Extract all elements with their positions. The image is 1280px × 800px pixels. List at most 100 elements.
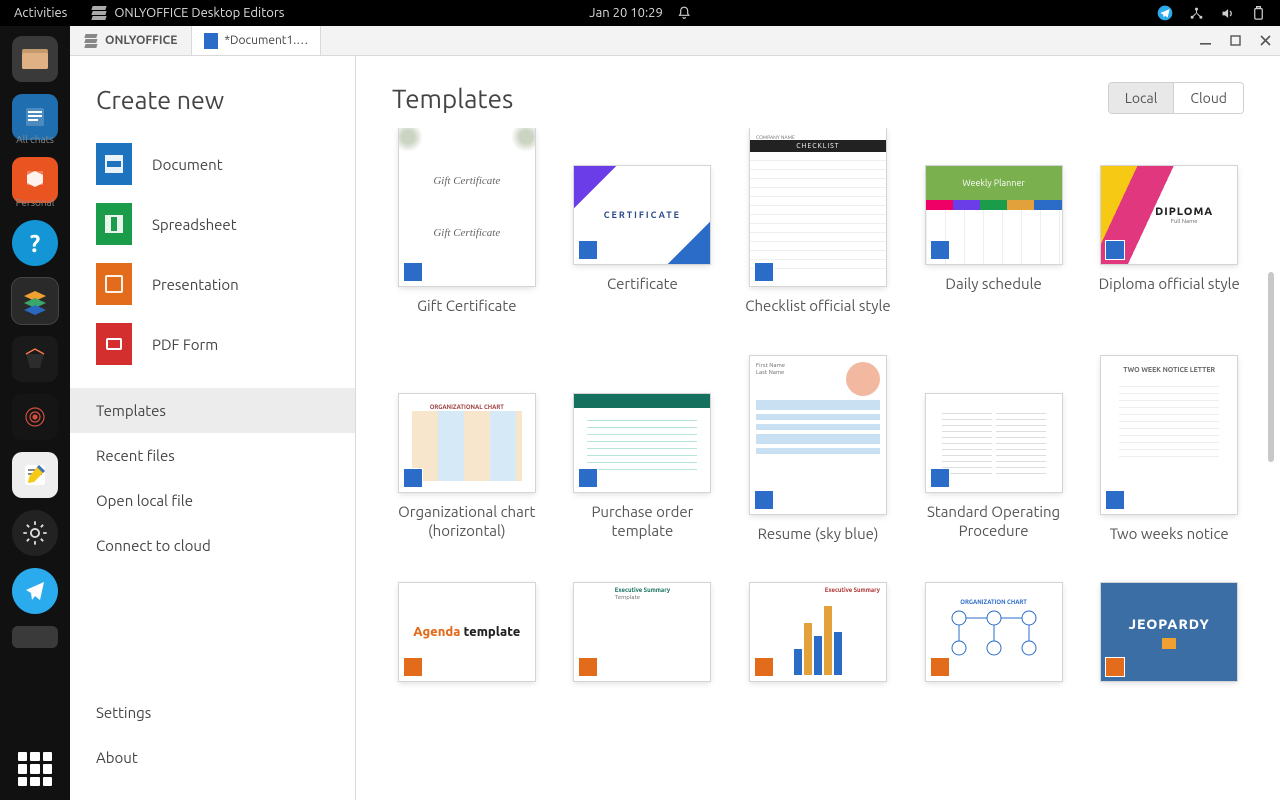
template-resume[interactable]: First NameLast Name Resume (sky blue) [743, 356, 893, 544]
template-exec-summary-b[interactable]: Executive Summary [743, 583, 893, 681]
tray-battery-icon[interactable] [1251, 6, 1266, 21]
page-title: Templates [392, 84, 513, 113]
template-thumb: First NameLast Name [750, 356, 886, 514]
pres-badge-icon [578, 657, 598, 677]
template-thumb: TWO WEEK NOTICE LETTER [1101, 356, 1237, 514]
doc-tab-icon [204, 33, 218, 49]
notification-bell-icon[interactable] [677, 6, 691, 20]
tray-network-icon[interactable] [1189, 6, 1204, 21]
template-thumb [926, 394, 1062, 492]
template-agenda[interactable]: Agenda template [392, 583, 542, 681]
template-thumb: Agenda template [399, 583, 535, 681]
scrollbar[interactable] [1268, 272, 1274, 462]
template-thumb: Executive SummaryTemplate [574, 583, 710, 681]
doc-badge-icon [754, 262, 774, 282]
activities-button[interactable]: Activities [0, 6, 81, 20]
create-presentation[interactable]: Presentation [70, 254, 355, 314]
nav-open-local-file[interactable]: Open local file [70, 478, 355, 523]
tab-home-label: ONLYOFFICE [105, 34, 177, 47]
segment-cloud[interactable]: Cloud [1173, 83, 1243, 113]
template-thumb: CERTIFICATE [574, 166, 710, 264]
template-certificate[interactable]: CERTIFICATE Certificate [568, 128, 718, 316]
template-purchase-order[interactable]: Purchase order template [568, 356, 718, 544]
pres-badge-icon [403, 657, 423, 677]
dock-drive-icon[interactable] [12, 626, 58, 648]
dock-show-apps-icon[interactable] [18, 752, 52, 786]
template-thumb: Gift Certificate Gift Certificate [399, 128, 535, 286]
doc-badge-icon [1105, 490, 1125, 510]
dock-all-chats-label: All chats [16, 134, 54, 145]
segment-local[interactable]: Local [1109, 83, 1174, 113]
template-thumb: ORGANIZATIONAL CHART [399, 394, 535, 492]
tab-home[interactable]: ONLYOFFICE [70, 26, 191, 55]
template-name: Resume (sky blue) [758, 524, 879, 544]
template-sop[interactable]: Standard Operating Procedure [919, 356, 1069, 544]
create-document[interactable]: Document [70, 134, 355, 194]
template-name: Organizational chart (horizontal) [392, 502, 542, 541]
template-jeopardy[interactable]: JEOPARDY [1094, 583, 1244, 681]
source-segment: Local Cloud [1108, 82, 1244, 114]
template-diploma[interactable]: DIPLOMA Full Name Diploma official style [1094, 128, 1244, 316]
dock-onlyoffice-icon[interactable] [12, 278, 58, 324]
template-org-chart[interactable]: ORGANIZATIONAL CHART Organizational char… [392, 356, 542, 544]
template-name: Checklist official style [745, 296, 890, 316]
dock-app6-icon[interactable] [12, 394, 58, 440]
template-two-weeks[interactable]: TWO WEEK NOTICE LETTER Two weeks notice [1094, 356, 1244, 544]
template-gift-certificate[interactable]: Gift Certificate Gift Certificate Gift C… [392, 128, 542, 316]
create-presentation-label: Presentation [152, 276, 239, 293]
template-org-chart-pres[interactable]: ORGANIZATION CHART [919, 583, 1069, 681]
template-thumb: Executive Summary [750, 583, 886, 681]
dock-personal-label: Personal [16, 197, 55, 208]
app-layers-icon [91, 5, 107, 21]
tray-telegram-icon[interactable] [1157, 5, 1173, 21]
template-exec-summary-a[interactable]: Executive SummaryTemplate [568, 583, 718, 681]
pres-badge-icon [754, 657, 774, 677]
main-area: Templates Local Cloud Gift Certificate [356, 56, 1280, 800]
os-dock: All chats Personal ? [0, 26, 70, 800]
presentation-icon [96, 263, 132, 305]
tab-strip: ONLYOFFICE *Document1.… [70, 26, 1280, 56]
doc-badge-icon [403, 262, 423, 282]
nav-connect-to-cloud[interactable]: Connect to cloud [70, 523, 355, 568]
template-checklist[interactable]: COMPANY NAME CHECKLIST Checklist officia… [743, 128, 893, 316]
dock-app5-icon[interactable] [12, 336, 58, 382]
pres-badge-icon [1105, 657, 1125, 677]
dock-texteditor-icon[interactable] [12, 452, 58, 498]
template-thumb: ORGANIZATION CHART [926, 583, 1062, 681]
dock-files-icon[interactable] [12, 36, 58, 82]
nav-settings[interactable]: Settings [70, 690, 355, 735]
nav-about[interactable]: About [70, 735, 355, 780]
dock-help-icon[interactable]: ? [12, 220, 58, 266]
active-app-indicator[interactable]: ONLYOFFICE Desktop Editors [81, 5, 284, 21]
onlyoffice-logo-icon [84, 34, 98, 48]
doc-badge-icon [930, 468, 950, 488]
template-name: Purchase order template [568, 502, 718, 541]
create-pdf-form[interactable]: PDF Form [70, 314, 355, 374]
nav-templates[interactable]: Templates [70, 388, 355, 433]
create-spreadsheet[interactable]: Spreadsheet [70, 194, 355, 254]
clock[interactable]: Jan 20 10:29 [589, 6, 663, 20]
template-name: Two weeks notice [1110, 524, 1229, 544]
dock-settings-icon[interactable] [12, 510, 58, 556]
template-thumb [574, 394, 710, 492]
window-close-button[interactable] [1250, 26, 1280, 56]
create-document-label: Document [152, 156, 223, 173]
spreadsheet-icon [96, 203, 132, 245]
window-maximize-button[interactable] [1220, 26, 1250, 56]
create-pdf-form-label: PDF Form [152, 336, 218, 353]
sidebar: Create new Document Spreadsheet Presenta… [70, 56, 356, 800]
template-thumb: Weekly Planner [926, 166, 1062, 264]
tray-volume-icon[interactable] [1220, 6, 1235, 21]
doc-badge-icon [578, 468, 598, 488]
dock-telegram-icon[interactable] [12, 568, 58, 614]
template-name: Daily schedule [945, 274, 1041, 294]
template-daily-schedule[interactable]: Weekly Planner Daily schedule [919, 128, 1069, 316]
tab-document1[interactable]: *Document1.… [191, 26, 321, 55]
doc-badge-icon [1105, 240, 1125, 260]
window-minimize-button[interactable] [1190, 26, 1220, 56]
doc-badge-icon [930, 240, 950, 260]
doc-badge-icon [403, 468, 423, 488]
template-gallery: Gift Certificate Gift Certificate Gift C… [392, 128, 1244, 681]
template-name: Certificate [607, 274, 678, 294]
nav-recent-files[interactable]: Recent files [70, 433, 355, 478]
